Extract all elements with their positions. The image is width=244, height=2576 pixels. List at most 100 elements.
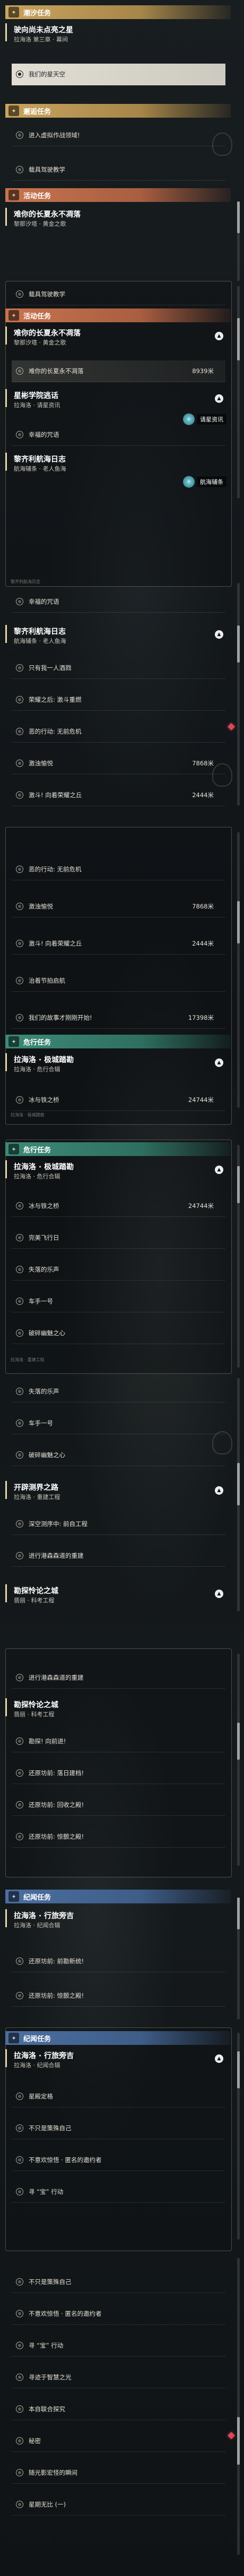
scrollbar-thumb[interactable]: [237, 201, 240, 233]
quest-step-row[interactable]: 寻 “宝” 行动: [12, 2335, 225, 2357]
quest-step-row[interactable]: 还原坊前: 回收之殿!: [12, 1794, 225, 1816]
quest-step-row[interactable]: 载具驾驶教学: [12, 159, 225, 181]
quest-step-row[interactable]: 星殿定格: [12, 2086, 225, 2107]
quest-card[interactable]: 拉海洛 · 行旅旁吉 拉海洛 · 纪闻合辑: [5, 1907, 231, 1939]
quest-step-row[interactable]: 完美飞行日: [12, 1227, 225, 1249]
section-header-activity[interactable]: ✦ 活动任务: [5, 308, 231, 322]
scrollbar-thumb[interactable]: [237, 2417, 240, 2465]
tracking-marker-icon[interactable]: [227, 722, 236, 731]
quest-subtitle: 翡丽 · 科考工程: [14, 1597, 55, 1604]
quest-step-row[interactable]: 我们的故事才刚刚开始! 17398米: [12, 1007, 225, 1029]
quest-card[interactable]: 勘探怜论之城 翡丽 · 科考工程: [5, 1696, 231, 1728]
quest-step-row[interactable]: 不只是策殊自己: [12, 2118, 225, 2139]
quest-step-row[interactable]: 车手一号: [12, 1291, 225, 1312]
section-header-jihang[interactable]: ✦ 纪闻任务: [5, 2031, 231, 2045]
quest-step-row[interactable]: 车手一号: [12, 1413, 225, 1434]
quest-step-row[interactable]: 不意欢惊悟 · 匿名的邀约者: [12, 2303, 225, 2325]
scrollbar-thumb[interactable]: [237, 1898, 240, 1929]
quest-step-row[interactable]: 勘探! 向前进!: [12, 1731, 225, 1752]
collapse-chevron-icon[interactable]: ▲: [215, 332, 223, 340]
scrollbar-thumb[interactable]: [237, 901, 240, 943]
step-label: 还原坊前: 惊颤之殿!: [29, 1992, 84, 1999]
collapse-chevron-icon[interactable]: ▲: [215, 394, 223, 403]
section-header-tidal[interactable]: ✦ 潮汐任务: [5, 5, 231, 19]
scrollbar-thumb[interactable]: [237, 1166, 240, 1203]
tracking-marker-icon[interactable]: [227, 2431, 236, 2440]
step-label: 还原坊前: 回收之殿!: [29, 1801, 84, 1809]
quest-step-row[interactable]: 激斗! 向着荣耀之丘 2444米: [12, 784, 225, 806]
watermark-emblem-icon: [212, 763, 232, 787]
quest-card[interactable]: 拉海洛 · 行旅旁吉 拉海洛 · 纪闻合辑 ▲: [5, 2047, 231, 2079]
quest-step-row[interactable]: 还原坊前: 落日建档!: [12, 1762, 225, 1784]
quest-step-row[interactable]: 治着节拍启航: [12, 970, 225, 992]
quest-step-row[interactable]: 还原坊前: 惊颤之殿!: [12, 1985, 225, 2007]
section-header-activity[interactable]: ✦ 活动任务: [5, 188, 231, 202]
collapse-chevron-icon[interactable]: ▲: [215, 2054, 223, 2063]
quest-step-row[interactable]: 冰与铁之桥 24744米: [12, 1089, 225, 1111]
quest-step-row[interactable]: 幸福的咒语: [12, 591, 225, 613]
quest-step-row[interactable]: 不意欢惊悟 · 匿名的邀约者: [12, 2149, 225, 2171]
section-header-encounter[interactable]: ✦ 邂逅任务: [5, 104, 231, 118]
scrollbar-thumb[interactable]: [237, 318, 240, 360]
quest-step-row[interactable]: 激浊愉悦 7868米: [12, 896, 225, 918]
quest-step-row[interactable]: 难你的长夏永不凋落 8939米: [12, 360, 225, 382]
quest-step-row[interactable]: 深空测序中: 前自工程: [12, 1513, 225, 1535]
quest-step-row[interactable]: 寻迹于智慧之光: [12, 2367, 225, 2388]
quest-step-row[interactable]: 冰与铁之桥 24744米: [12, 1195, 225, 1217]
quest-step-row[interactable]: 恶的行动: 无前危机: [12, 721, 225, 743]
quest-step-row[interactable]: 随光影宏怪的瞬间: [12, 2462, 225, 2484]
scrollbar-thumb[interactable]: [237, 1463, 240, 1505]
collapse-chevron-icon[interactable]: ▲: [215, 1486, 223, 1495]
quest-step-row[interactable]: 秘密: [12, 2430, 225, 2452]
quest-step-row[interactable]: 恶的行动: 无前危机: [12, 859, 225, 880]
step-label: 幸福的咒语: [29, 431, 59, 438]
quest-step-row[interactable]: 寻 “宝” 行动: [12, 2181, 225, 2203]
quest-step-row[interactable]: 激浊愉悦 7868米: [12, 753, 225, 774]
quest-step-row[interactable]: 还原坊前: 惊颤之殿!: [12, 1826, 225, 1848]
watermark-emblem-icon: [212, 133, 232, 156]
scrollbar-track[interactable]: [237, 1654, 240, 1866]
quest-step-row[interactable]: 不只是策殊自己: [12, 2271, 225, 2293]
collapse-chevron-icon[interactable]: ▲: [215, 1058, 223, 1067]
quest-card[interactable]: 勘探怜论之城 翡丽 · 科考工程 ▲: [5, 1582, 231, 1614]
scrollbar-thumb[interactable]: [237, 625, 240, 663]
quest-card[interactable]: 拉海洛 · 极城踏勘 拉海洛 · 危行合辑 ▲: [5, 1158, 231, 1190]
quest-card-activity[interactable]: 难你的长夏永不凋落 黎那汐塔 · 黄金之歌: [5, 206, 231, 237]
scrollbar-thumb[interactable]: [237, 1723, 240, 1760]
collapse-chevron-icon[interactable]: ▲: [215, 1166, 223, 1174]
quest-step-row[interactable]: 进行港森森道的重建: [12, 1667, 225, 1689]
section-header-jihang[interactable]: ✦ 纪闻任务: [5, 1890, 231, 1903]
quest-step-row[interactable]: 失落的乐声: [12, 1259, 225, 1281]
quest-card[interactable]: 黎齐利航海日志 航海辅条 · 老人鱼海 ▲: [5, 623, 231, 655]
scrollbar-thumb[interactable]: [237, 2051, 240, 2088]
scrollbar-track[interactable]: [237, 2258, 240, 2555]
section-header-danger[interactable]: ✦ 危行任务: [5, 1142, 231, 1156]
quest-step-row[interactable]: 载具驾驶教学: [12, 284, 225, 305]
quest-step-row[interactable]: 幸福的咒语: [12, 424, 225, 446]
quest-step-row[interactable]: 失落的乐声: [12, 1381, 225, 1402]
quest-step-row[interactable]: 进入虚拟作战领域!: [12, 125, 225, 146]
scrollbar-track[interactable]: [237, 583, 240, 806]
quest-card[interactable]: 难你的长夏永不凋落 黎那汐塔 · 黄金之歌 ▲: [5, 324, 231, 356]
quest-card-tidal[interactable]: 驶向尚未点亮之星 拉海洛 第三章 · 幕间: [5, 21, 231, 53]
quest-step-row[interactable]: 还原坊前: 前勘新统!: [12, 1951, 225, 1972]
guide-tag[interactable]: ✧ 航海辅条: [183, 476, 226, 488]
guide-tag[interactable]: ✧ 请星资讯: [183, 413, 226, 425]
quest-step-row[interactable]: 荣耀之后: 激斗重燃: [12, 689, 225, 711]
quest-card[interactable]: 开辟测界之路 拉海洛 · 重建工程 ▲: [5, 1479, 231, 1511]
scrollbar-track[interactable]: [237, 832, 240, 1108]
quest-step-row[interactable]: 破碎幽魅之心: [12, 1322, 225, 1344]
quest-card[interactable]: 拉海洛 · 极城踏勘 拉海洛 · 危行合辑 ▲: [5, 1051, 231, 1083]
quest-step-row[interactable]: 激斗! 向着荣耀之丘 2444米: [12, 933, 225, 955]
quest-step-row[interactable]: 本自联合探究: [12, 2398, 225, 2420]
quest-step-row[interactable]: 星期无比 (一): [12, 2494, 225, 2516]
quest-title: 勘探怜论之城: [14, 1701, 58, 1709]
quest-step-row[interactable]: 只有我一人酒戮: [12, 657, 225, 679]
section-label: 危行任务: [23, 1038, 51, 1047]
collapse-chevron-icon[interactable]: ▲: [215, 1590, 223, 1598]
collapse-chevron-icon[interactable]: ▲: [215, 630, 223, 639]
section-header-danger[interactable]: ✦ 危行任务: [5, 1035, 231, 1048]
quest-step-row[interactable]: 破碎幽魅之心: [12, 1444, 225, 1466]
quest-step-row[interactable]: 进行港森森道的重建: [12, 1545, 225, 1567]
quest-step-row[interactable]: 我们的星天空: [12, 64, 225, 85]
